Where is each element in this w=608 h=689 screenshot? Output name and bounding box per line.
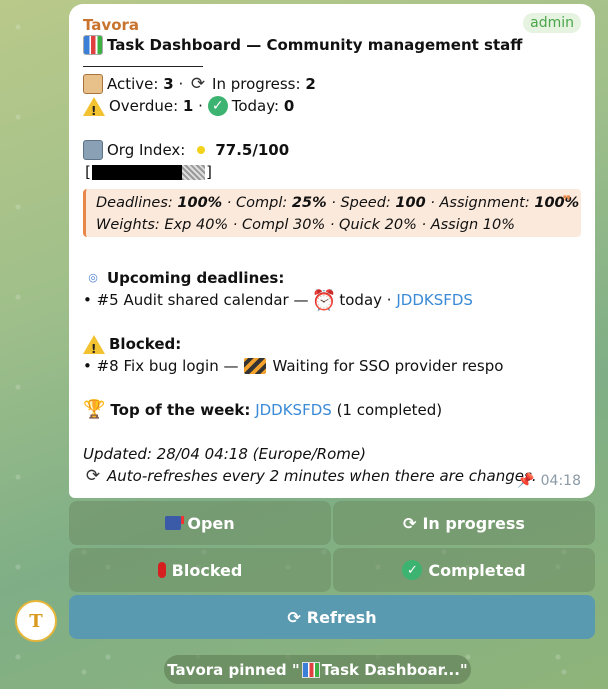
top-week-row: 🏆 Top of the week: JDDKSFDS (1 completed… [83,399,581,421]
pinned-message-text: Tavora pinned " [167,660,300,679]
divider [83,66,203,67]
stats-row-2: Overdue: 1 · ✓ Today: 0 [83,95,581,122]
progress-filled [92,164,183,180]
in-progress-label: In progress: [212,75,301,93]
stats-row-1: Active: 3 · ⟳ In progress: 2 [83,73,581,95]
refresh-icon: ⟳ [190,74,206,94]
refresh-icon: ⟳ [85,466,101,486]
open-button-label: Open [187,513,235,533]
sender-name[interactable]: Tavora [83,14,581,34]
alarm-clock-icon: ⏰ [311,288,337,312]
warning-icon [83,334,105,360]
blocked-item: • #8 Fix bug login — Waiting for SSO pro… [83,355,581,377]
blocked-heading-text: Blocked: [109,335,182,353]
dashboard-title: Task Dashboard — Community management st… [83,34,581,56]
org-index-row: Org Index: 77.5/100 [83,139,581,161]
upcoming-heading: ◎ Upcoming deadlines: [83,267,581,289]
pin-icon: 📌 [517,473,535,489]
office-building-icon [83,140,103,160]
open-button[interactable]: Open [69,501,331,545]
progress-bracket-left: [ [83,163,93,181]
user-link[interactable]: JDDKSFDS [255,399,332,421]
speed-label: Speed: [340,195,391,211]
completed-button[interactable]: ✓ Completed [333,548,595,592]
completed-button-label: Completed [428,560,526,580]
weights-line: Weights: Exp 40% · Compl 30% · Quick 20%… [96,217,515,233]
clipboard-icon [83,74,103,94]
message-time: 04:18 [540,473,581,489]
top-week-suffix: (1 completed) [336,401,443,419]
blocked-icon [157,562,166,578]
separator: · [178,75,184,93]
refresh-button-label: Refresh [306,607,377,627]
org-index-value: 77.5/100 [215,141,290,159]
auto-refresh-row: ⟳ Auto-refreshes every 2 minutes when th… [83,465,581,487]
check-icon: ✓ [402,560,423,580]
compl-value: 25% [291,195,327,211]
overdue-value: 1 [182,97,194,115]
today-label: Today: [231,97,280,115]
chart-icon [301,661,320,678]
today-value: 0 [283,97,295,115]
org-index-progress-bar: [ ] [83,163,581,181]
pinned-message-title: Task Dashboar..." [321,660,468,679]
warning-icon [83,96,105,122]
message-bubble: Tavora admin Task Dashboard — Community … [69,4,595,498]
auto-refresh-text: Auto-refreshes every 2 minutes when ther… [107,467,537,485]
pinned-service-message[interactable]: Tavora pinned " Task Dashboar..." [164,655,471,684]
upcoming-item: • #5 Audit shared calendar — ⏰ today · J… [83,289,581,311]
assignment-value: 100% [534,195,580,211]
check-icon: ✓ [207,96,228,116]
upcoming-item-text: • #5 Audit shared calendar — [83,291,309,309]
in-progress-button[interactable]: ⟳ In progress [333,501,595,545]
deadlines-label: Deadlines: [96,195,173,211]
blocked-button[interactable]: Blocked [69,548,331,592]
avatar[interactable]: T [15,600,57,642]
in-progress-value: 2 [305,75,316,93]
overdue-label: Overdue: [109,97,179,115]
updated-text: Updated: 28/04 04:18 (Europe/Rome) [83,445,366,463]
in-progress-button-label: In progress [422,513,525,533]
blocked-button-label: Blocked [171,560,243,580]
top-week-label: Top of the week: [110,401,251,419]
refresh-button[interactable]: ⟳ Refresh [69,595,595,639]
org-index-label: Org Index: [107,141,186,159]
active-label: Active: [107,75,159,93]
blocked-item-text: • #8 Fix bug login — [83,357,239,375]
refresh-icon: ⟳ [403,513,417,533]
blocked-item-reason: Waiting for SSO provider respo [272,357,504,375]
active-value: 3 [163,75,174,93]
message-meta: 📌 04:18 [517,470,581,492]
refresh-icon: ⟳ [287,607,301,627]
deadlines-value: 100% [177,195,223,211]
separator: · [198,97,203,115]
mailbox-icon [165,516,185,530]
calendar-icon: ◎ [88,271,98,284]
compl-label: Compl: [236,195,288,211]
dashboard-title-text: Task Dashboard — Community management st… [107,36,523,54]
avatar-letter: T [29,610,43,632]
admin-badge: admin [523,13,581,33]
upcoming-item-when: today · [339,291,392,309]
status-dot-icon [197,146,206,154]
speed-value: 100 [395,195,426,211]
upcoming-heading-text: Upcoming deadlines: [107,269,285,287]
construction-barrier-icon [244,358,267,374]
progress-bracket-right: ] [205,163,215,181]
user-link[interactable]: JDDKSFDS [396,289,473,311]
chart-icon [83,35,103,55]
blocked-heading: Blocked: [83,333,581,360]
progress-empty [182,164,206,180]
trophy-icon: 🏆 [83,399,106,420]
quote-mark-icon: ❞ [562,194,571,210]
assignment-label: Assignment: [439,195,530,211]
score-quote: Deadlines: 100% · Compl: 25% · Speed: 10… [83,189,581,237]
